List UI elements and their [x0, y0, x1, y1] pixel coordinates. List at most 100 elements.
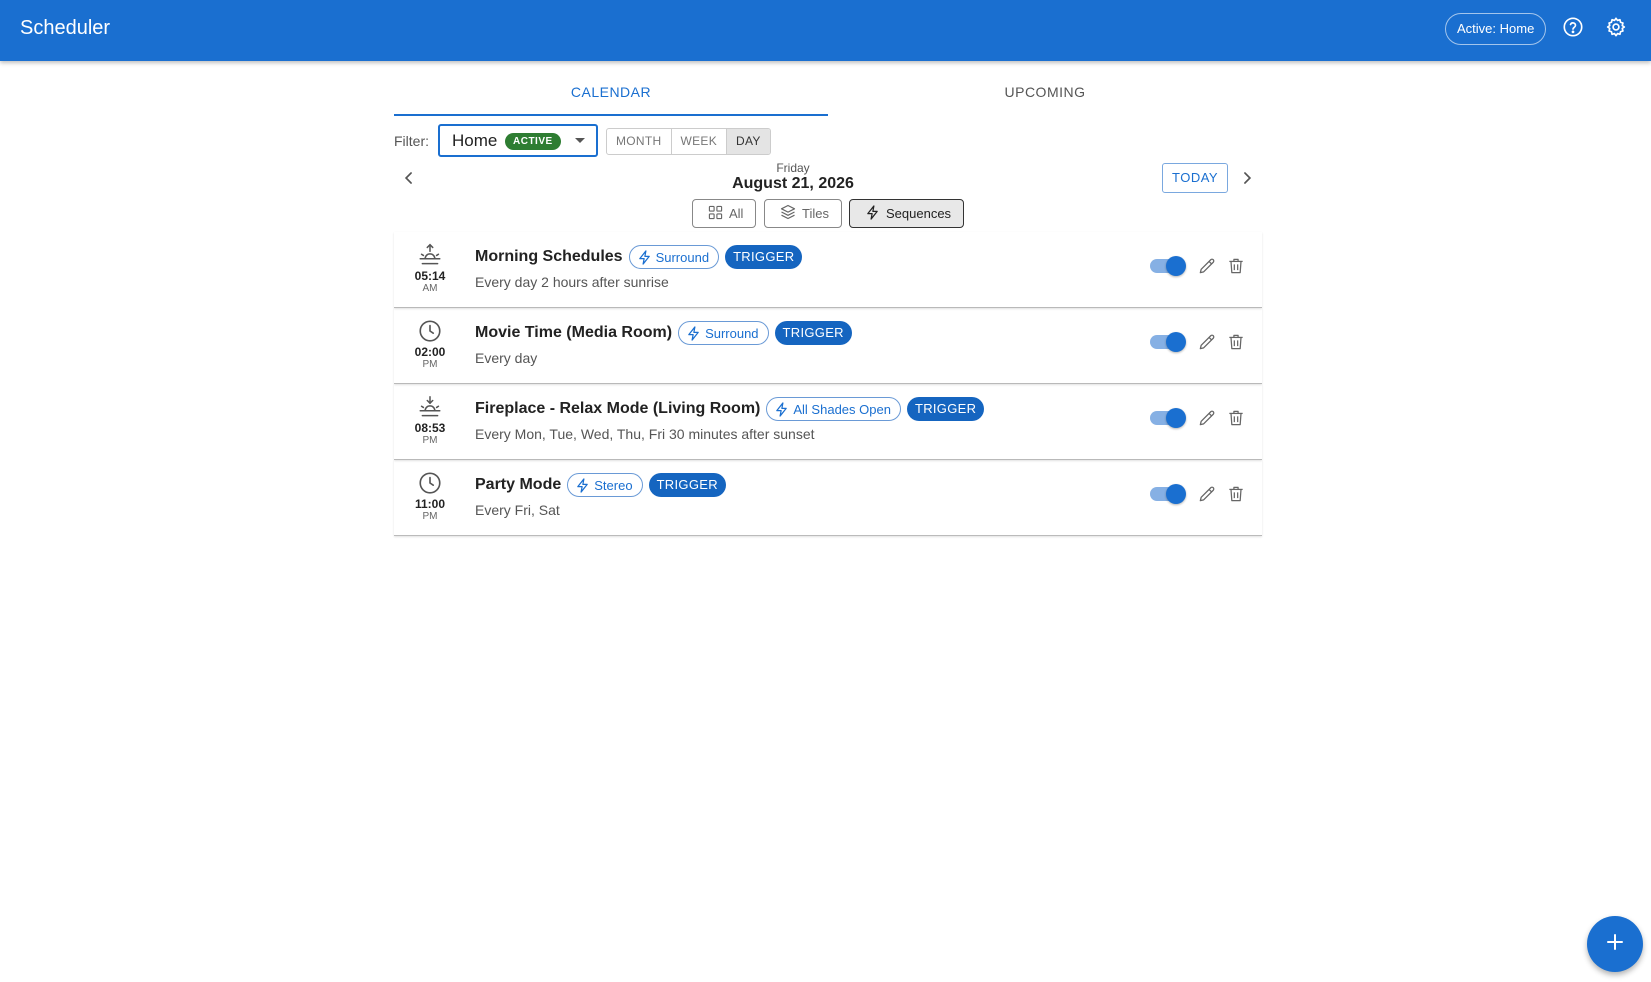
- schedule-period: PM: [422, 359, 438, 370]
- schedule-title-line: Fireplace - Relax Mode (Living Room) All…: [475, 397, 985, 421]
- schedule-row[interactable]: 02:00 PM Movie Time (Media Room) Surroun…: [394, 308, 1262, 384]
- enable-toggle[interactable]: [1150, 484, 1186, 504]
- schedule-period: PM: [422, 511, 438, 522]
- lightning-icon: [776, 401, 788, 417]
- schedule-actions: [1150, 407, 1245, 431]
- previous-day-button[interactable]: [399, 168, 419, 188]
- trash-icon: [1229, 334, 1243, 350]
- layers-icon: [780, 204, 796, 223]
- filter-value: Home: [452, 131, 498, 150]
- filter-sequences-button[interactable]: Sequences: [849, 199, 965, 228]
- delete-button[interactable]: [1226, 484, 1246, 504]
- add-schedule-button[interactable]: [1587, 916, 1643, 972]
- day-name: Friday: [776, 161, 810, 175]
- filter-select[interactable]: Home ACTIVE: [438, 124, 598, 157]
- schedule-row[interactable]: 11:00 PM Party Mode Stereo TRIGGER Every…: [394, 460, 1262, 536]
- schedule-row[interactable]: 05:14 AM Morning Schedules Surround TRIG…: [394, 232, 1262, 308]
- edit-button[interactable]: [1197, 256, 1217, 276]
- time-column: 05:14 AM: [409, 242, 451, 294]
- enable-toggle[interactable]: [1150, 408, 1186, 428]
- sequence-chip[interactable]: Stereo: [567, 473, 643, 497]
- time-column: 08:53 PM: [409, 394, 451, 446]
- schedule-time: 08:53: [414, 421, 446, 435]
- app-bar: Scheduler Active: Home: [0, 0, 1651, 61]
- schedule-title-line: Party Mode Stereo TRIGGER: [475, 473, 726, 497]
- next-day-button[interactable]: [1237, 168, 1257, 188]
- sequence-chip[interactable]: Surround: [628, 245, 720, 269]
- trash-icon: [1229, 258, 1243, 274]
- schedule-list: 05:14 AM Morning Schedules Surround TRIG…: [394, 232, 1262, 536]
- calendar-view-toggle: MONTH WEEK DAY: [606, 128, 771, 155]
- sunset-icon: [419, 395, 441, 417]
- filter-tiles-label: Tiles: [802, 206, 829, 221]
- schedule-period: AM: [422, 283, 438, 294]
- schedule-actions: [1150, 331, 1245, 355]
- filter-all-button[interactable]: All: [692, 199, 757, 228]
- tab-upcoming[interactable]: UPCOMING: [828, 72, 1262, 116]
- chevron-right-icon: [1237, 172, 1257, 192]
- clock-icon: [419, 320, 441, 342]
- delete-button[interactable]: [1226, 332, 1246, 352]
- lightning-icon: [865, 204, 880, 223]
- edit-button[interactable]: [1197, 332, 1217, 352]
- clock-icon: [419, 472, 441, 494]
- schedule-title: Morning Schedules: [475, 248, 623, 265]
- schedule-title: Movie Time (Media Room): [475, 324, 673, 341]
- help-button[interactable]: [1558, 14, 1588, 44]
- pencil-icon: [1199, 486, 1215, 502]
- filter-tiles-button[interactable]: Tiles: [764, 199, 842, 228]
- chevron-left-icon: [399, 172, 419, 192]
- tab-calendar[interactable]: CALENDAR: [394, 72, 828, 116]
- schedule-row[interactable]: 08:53 PM Fireplace - Relax Mode (Living …: [394, 384, 1262, 460]
- time-column: 11:00 PM: [409, 470, 451, 522]
- active-profile-chip[interactable]: Active: Home: [1445, 13, 1547, 45]
- view-month-button[interactable]: MONTH: [607, 129, 672, 154]
- trigger-badge: TRIGGER: [648, 473, 726, 497]
- schedule-description: Every day 2 hours after sunrise: [475, 274, 669, 290]
- schedule-period: PM: [422, 435, 438, 446]
- trigger-badge: TRIGGER: [906, 397, 985, 421]
- schedule-actions: [1150, 483, 1245, 507]
- pencil-icon: [1199, 258, 1215, 274]
- enable-toggle[interactable]: [1150, 332, 1186, 352]
- schedule-time: 02:00: [414, 345, 446, 359]
- schedule-description: Every Fri, Sat: [475, 502, 560, 518]
- lightning-icon: [688, 325, 699, 341]
- delete-button[interactable]: [1226, 256, 1246, 276]
- view-day-button[interactable]: DAY: [727, 129, 770, 154]
- active-badge: ACTIVE: [505, 133, 561, 150]
- trigger-badge: TRIGGER: [774, 321, 852, 345]
- delete-button[interactable]: [1226, 408, 1246, 428]
- help-circle-icon: [1562, 16, 1584, 43]
- app-title: Scheduler: [20, 17, 111, 39]
- sequence-chip[interactable]: Surround: [678, 321, 769, 345]
- trash-icon: [1229, 410, 1243, 426]
- schedule-title: Party Mode: [475, 476, 562, 493]
- trigger-badge: TRIGGER: [725, 245, 803, 269]
- filter-all-label: All: [729, 206, 744, 221]
- schedule-description: Every Mon, Tue, Wed, Thu, Fri 30 minutes…: [475, 426, 815, 442]
- schedule-description: Every day: [475, 350, 538, 366]
- filter-sequences-label: Sequences: [886, 206, 952, 221]
- schedule-title: Fireplace - Relax Mode (Living Room): [475, 400, 761, 417]
- edit-button[interactable]: [1197, 408, 1217, 428]
- enable-toggle[interactable]: [1150, 256, 1186, 276]
- plus-icon: [1603, 930, 1627, 959]
- lightning-icon: [638, 249, 650, 265]
- current-date: August 21, 2026: [732, 175, 854, 192]
- sunrise-icon: [419, 243, 441, 265]
- sequence-chip[interactable]: All Shades Open: [766, 397, 901, 421]
- time-column: 02:00 PM: [409, 318, 451, 370]
- settings-button[interactable]: [1601, 14, 1631, 44]
- pencil-icon: [1199, 410, 1215, 426]
- view-week-button[interactable]: WEEK: [672, 129, 728, 154]
- sequence-name: Stereo: [594, 477, 633, 493]
- today-button[interactable]: TODAY: [1162, 163, 1229, 193]
- schedule-title-line: Movie Time (Media Room) Surround TRIGGER: [475, 321, 852, 345]
- edit-button[interactable]: [1197, 484, 1217, 504]
- schedule-actions: [1150, 255, 1245, 279]
- sequence-name: All Shades Open: [793, 401, 891, 417]
- schedule-title-line: Morning Schedules Surround TRIGGER: [475, 245, 803, 269]
- pencil-icon: [1199, 334, 1215, 350]
- view-tabs: CALENDAR UPCOMING: [394, 72, 1262, 116]
